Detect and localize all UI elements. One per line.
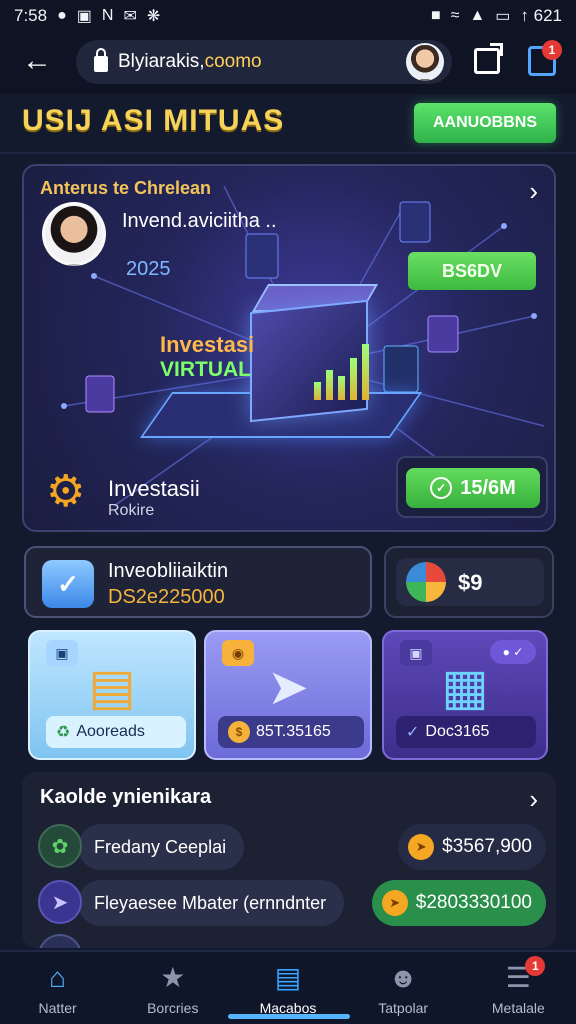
hero-stat-value: 15/6M <box>460 476 516 499</box>
recycle-icon: ♻ <box>56 724 71 741</box>
summary-value: DS2e225000 <box>108 586 225 608</box>
nav-item-favorites[interactable]: ★ Borcries <box>118 952 228 1024</box>
chevron-right-icon[interactable]: › <box>529 784 538 815</box>
nav-item-home[interactable]: ⌂ Natter <box>3 952 113 1024</box>
nav-label: Borcries <box>147 1000 199 1016</box>
status-bar: 7:58 ● ▣ N ✉ ❋ ■ ≈ ▲ ▭ ↑ 621 <box>0 0 576 32</box>
alarm-icon: ■ <box>430 7 441 24</box>
hero-subtitle: Invend.aviciitha .. <box>122 210 277 232</box>
tile-building[interactable]: ▣ ● ✓ ▦ ✓ Doc3165 <box>382 630 548 760</box>
nav-item-profile[interactable]: ☻ Tatpolar <box>348 952 458 1024</box>
check-icon: ✓ <box>430 477 453 499</box>
list-item[interactable]: Fredany Ceeplai ✿ ➤ $3567,900 <box>38 824 546 870</box>
shopping-badge: 1 <box>542 40 562 60</box>
check-envelope-icon: ✓ <box>42 560 94 608</box>
notification-icon: ● <box>57 7 67 24</box>
coin-icon: $ <box>228 721 250 743</box>
wallet-icon: ◉ <box>222 640 254 666</box>
tile-cargo-label: ♻ Aooreads <box>46 716 186 748</box>
list-title: Kaolde ynienikara <box>40 786 212 808</box>
hero-bottom-title: Investasii <box>108 476 200 501</box>
list-item-label: Fleyaesee Mbater (ernndnter <box>78 880 345 926</box>
partial-icon <box>38 934 82 948</box>
hero-center-title: Investasi <box>160 332 255 357</box>
rocket-icon: ➤ <box>267 659 309 715</box>
tile-rocket-label: $ 85T.35165 <box>218 716 364 748</box>
arrow-coin-icon: ➤ <box>381 890 408 916</box>
growth-bars-illustration <box>314 344 369 400</box>
list-item-amount: ➤ $2803330100 <box>371 880 546 926</box>
chevron-right-icon[interactable]: › <box>529 176 538 207</box>
divider <box>0 152 576 154</box>
leaf-icon: ✿ <box>38 824 82 868</box>
notification-badge: 1 <box>525 956 546 976</box>
gear-icon: ⚙ <box>46 467 86 516</box>
tile-building-label: ✓ Doc3165 <box>396 716 536 748</box>
side-stat-value: $9 <box>458 570 483 595</box>
hero-avatar <box>42 202 106 266</box>
transactions-list: Kaolde ynienikara › Fredany Ceeplai ✿ ➤ … <box>22 772 556 948</box>
pie-chart-icon <box>406 562 446 602</box>
tile-cargo[interactable]: ▣ ▤ ♻ Aooreads <box>28 630 196 760</box>
list-item[interactable]: Fleyaesee Mbater (ernndnter ➤ ➤ $2803330… <box>38 880 546 926</box>
header-action-button[interactable]: AANUOBBNS <box>414 103 556 143</box>
open-tab-icon[interactable] <box>474 43 503 74</box>
status-time: 7:58 <box>14 6 48 25</box>
nav-label: Natter <box>38 1000 77 1016</box>
status-right-text: ↑ 621 <box>520 6 562 25</box>
signal-icon: ▲ <box>469 7 486 24</box>
profile-avatar[interactable] <box>406 43 444 81</box>
box-icon: ▤ <box>88 659 136 715</box>
hero-year: 2025 <box>126 258 171 280</box>
summary-title: Inveobliiaiktin <box>108 560 229 582</box>
settings-icon: ❋ <box>146 8 161 25</box>
nav-label: Metalale <box>491 1000 545 1016</box>
wifi-icon: ≈ <box>450 7 460 24</box>
star-icon: ★ <box>160 962 186 993</box>
nav-item-menu[interactable]: ☰ 1 Metalale <box>463 952 573 1024</box>
list-item-amount: ➤ $3567,900 <box>398 824 546 870</box>
page-title: USIJ ASI MITUAS <box>22 104 285 137</box>
hero-bottom-subtitle: Rokire <box>108 502 155 519</box>
side-stat-card[interactable]: $9 <box>384 546 554 618</box>
battery-icon: ▭ <box>495 8 511 25</box>
home-icon: ⌂ <box>49 962 67 993</box>
address-bar[interactable]: Blyiarakis,coomo <box>76 40 452 84</box>
hero-banner[interactable]: Anterus te Chrelean › Invend.aviciitha .… <box>22 164 556 532</box>
document-icon: ▤ <box>274 962 302 993</box>
hero-caption: Anterus te Chrelean <box>40 178 212 198</box>
document-icon: ▣ <box>400 640 432 666</box>
rocket-icon: ➤ <box>38 880 82 924</box>
n-icon: N <box>101 7 114 24</box>
side-stat-inner: $9 <box>396 558 544 606</box>
list-item-label: Fredany Ceeplai <box>78 824 245 870</box>
url-text: Blyiarakis,coomo <box>118 51 262 72</box>
bottom-navigation: ⌂ Natter ★ Borcries ▤ Macabos ☻ Tatpolar… <box>0 950 576 1024</box>
hero-action-button[interactable]: BS6DV <box>408 252 536 290</box>
tile-corner-tag: ● ✓ <box>490 640 536 664</box>
summary-card[interactable]: ✓ Inveobliiaiktin DS2e225000 <box>24 546 372 618</box>
nav-label: Tatpolar <box>378 1000 429 1016</box>
chat-icon: ✉ <box>123 8 137 25</box>
hero-center-subtitle: VIRTUAL <box>160 358 251 381</box>
tile-rocket[interactable]: ◉ ➤ $ 85T.35165 <box>204 630 372 760</box>
list-item[interactable] <box>38 934 546 948</box>
app-icon: ▣ <box>76 8 92 25</box>
hero-stat-button[interactable]: ✓ 15/6M <box>406 468 540 508</box>
hero-stat-container: ✓ 15/6M <box>396 456 548 518</box>
lock-icon <box>94 48 108 72</box>
check-icon: ✓ <box>406 724 420 741</box>
active-tab-indicator <box>228 1014 350 1019</box>
building-icon: ▦ <box>441 659 489 715</box>
image-icon: ▣ <box>46 640 78 666</box>
browser-bar: ← Blyiarakis,coomo 1 <box>0 32 576 94</box>
back-arrow-icon[interactable]: ← <box>22 44 52 78</box>
arrow-coin-icon: ➤ <box>408 834 435 860</box>
person-icon: ☻ <box>388 962 418 993</box>
